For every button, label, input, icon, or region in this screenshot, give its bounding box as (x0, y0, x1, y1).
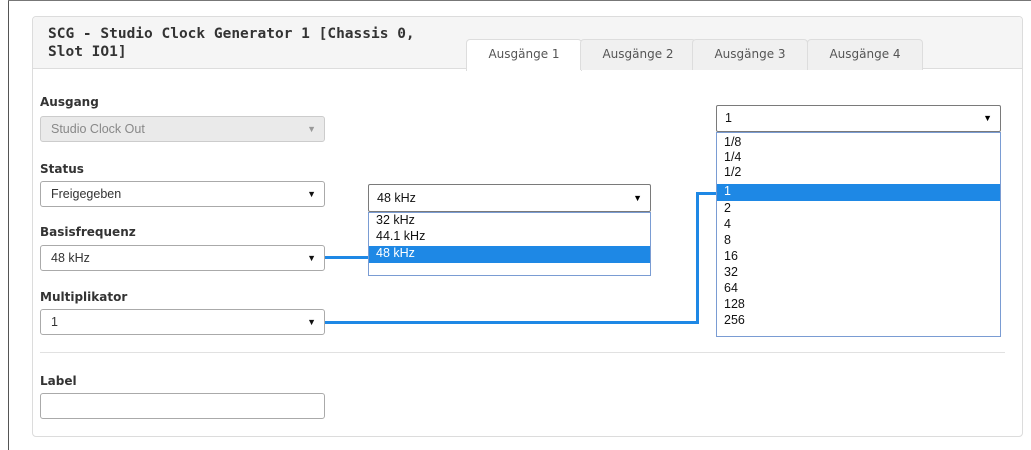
multiplier-option[interactable]: 1/2 (717, 165, 1000, 180)
tab-ausgaenge-1[interactable]: Ausgänge 1 (466, 39, 582, 71)
frequency-option[interactable]: 44.1 kHz (369, 229, 650, 243)
multiplier-option[interactable]: 32 (717, 265, 1000, 280)
tab-ausgaenge-3[interactable]: Ausgänge 3 (692, 39, 808, 70)
frequency-option-selected[interactable]: 48 kHz (369, 246, 650, 263)
multiplier-connector-line-v (696, 192, 699, 324)
multiplier-option[interactable]: 1/8 (717, 135, 1000, 150)
chevron-down-icon: ▼ (307, 317, 316, 327)
multiplier-option[interactable]: 256 (717, 313, 1000, 328)
frequency-dropdown-trigger[interactable]: 48 kHz ▼ (368, 184, 651, 212)
tab-ausgaenge-2[interactable]: Ausgänge 2 (580, 39, 696, 70)
ausgang-label: Ausgang (40, 95, 99, 109)
multiplikator-value: 1 (51, 315, 58, 329)
page-title-line1: SCG - Studio Clock Generator 1 [Chassis … (48, 26, 415, 42)
status-label: Status (40, 162, 84, 176)
page-title: SCG - Studio Clock Generator 1 [Chassis … (48, 25, 468, 61)
basisfrequenz-value: 48 kHz (51, 251, 90, 265)
multiplier-option-selected[interactable]: 1 (717, 184, 1000, 201)
frequency-dropdown-list: 32 kHz 44.1 kHz 48 kHz (368, 212, 651, 276)
multiplikator-label: Multiplikator (40, 290, 128, 304)
frequency-connector-line (325, 256, 370, 259)
ausgang-value: Studio Clock Out (51, 122, 145, 136)
multiplier-option[interactable]: 1/4 (717, 150, 1000, 165)
multiplier-connector-line-h (325, 321, 698, 324)
panel-header: SCG - Studio Clock Generator 1 [Chassis … (33, 17, 1022, 71)
page-title-line2: Slot IO1] (48, 44, 127, 60)
multiplier-option[interactable]: 64 (717, 281, 1000, 296)
multiplier-option[interactable]: 16 (717, 249, 1000, 264)
frequency-dropdown-value: 48 kHz (377, 191, 416, 205)
status-value: Freigegeben (51, 187, 122, 201)
status-select[interactable]: Freigegeben ▼ (40, 181, 325, 207)
multiplier-connector-line-top (696, 192, 718, 195)
basisfrequenz-label: Basisfrequenz (40, 225, 136, 239)
chevron-down-icon: ▼ (307, 253, 316, 263)
multiplikator-select[interactable]: 1 ▼ (40, 309, 325, 335)
chevron-down-icon: ▼ (307, 124, 316, 134)
chevron-down-icon: ▼ (983, 113, 992, 123)
window-top-edge (8, 0, 1031, 1)
multiplier-option[interactable]: 2 (717, 201, 1000, 216)
frequency-option[interactable]: 32 kHz (369, 213, 650, 227)
label-input[interactable] (40, 393, 325, 419)
section-divider (40, 352, 1005, 353)
multiplier-dropdown-list: 1/8 1/4 1/2 1 2 4 8 16 32 64 128 256 (716, 132, 1001, 337)
multiplier-option[interactable]: 8 (717, 233, 1000, 248)
basisfrequenz-select[interactable]: 48 kHz ▼ (40, 245, 325, 271)
tab-ausgaenge-4[interactable]: Ausgänge 4 (807, 39, 923, 70)
multiplier-option[interactable]: 128 (717, 297, 1000, 312)
multiplier-dropdown-trigger[interactable]: 1 ▼ (716, 105, 1001, 132)
chevron-down-icon: ▼ (633, 193, 642, 203)
multiplier-dropdown-value: 1 (725, 111, 732, 125)
window-left-edge (8, 0, 9, 450)
multiplier-option[interactable]: 4 (717, 217, 1000, 232)
chevron-down-icon: ▼ (307, 189, 316, 199)
label-field-label: Label (40, 374, 77, 388)
ausgang-select: Studio Clock Out ▼ (40, 116, 325, 142)
